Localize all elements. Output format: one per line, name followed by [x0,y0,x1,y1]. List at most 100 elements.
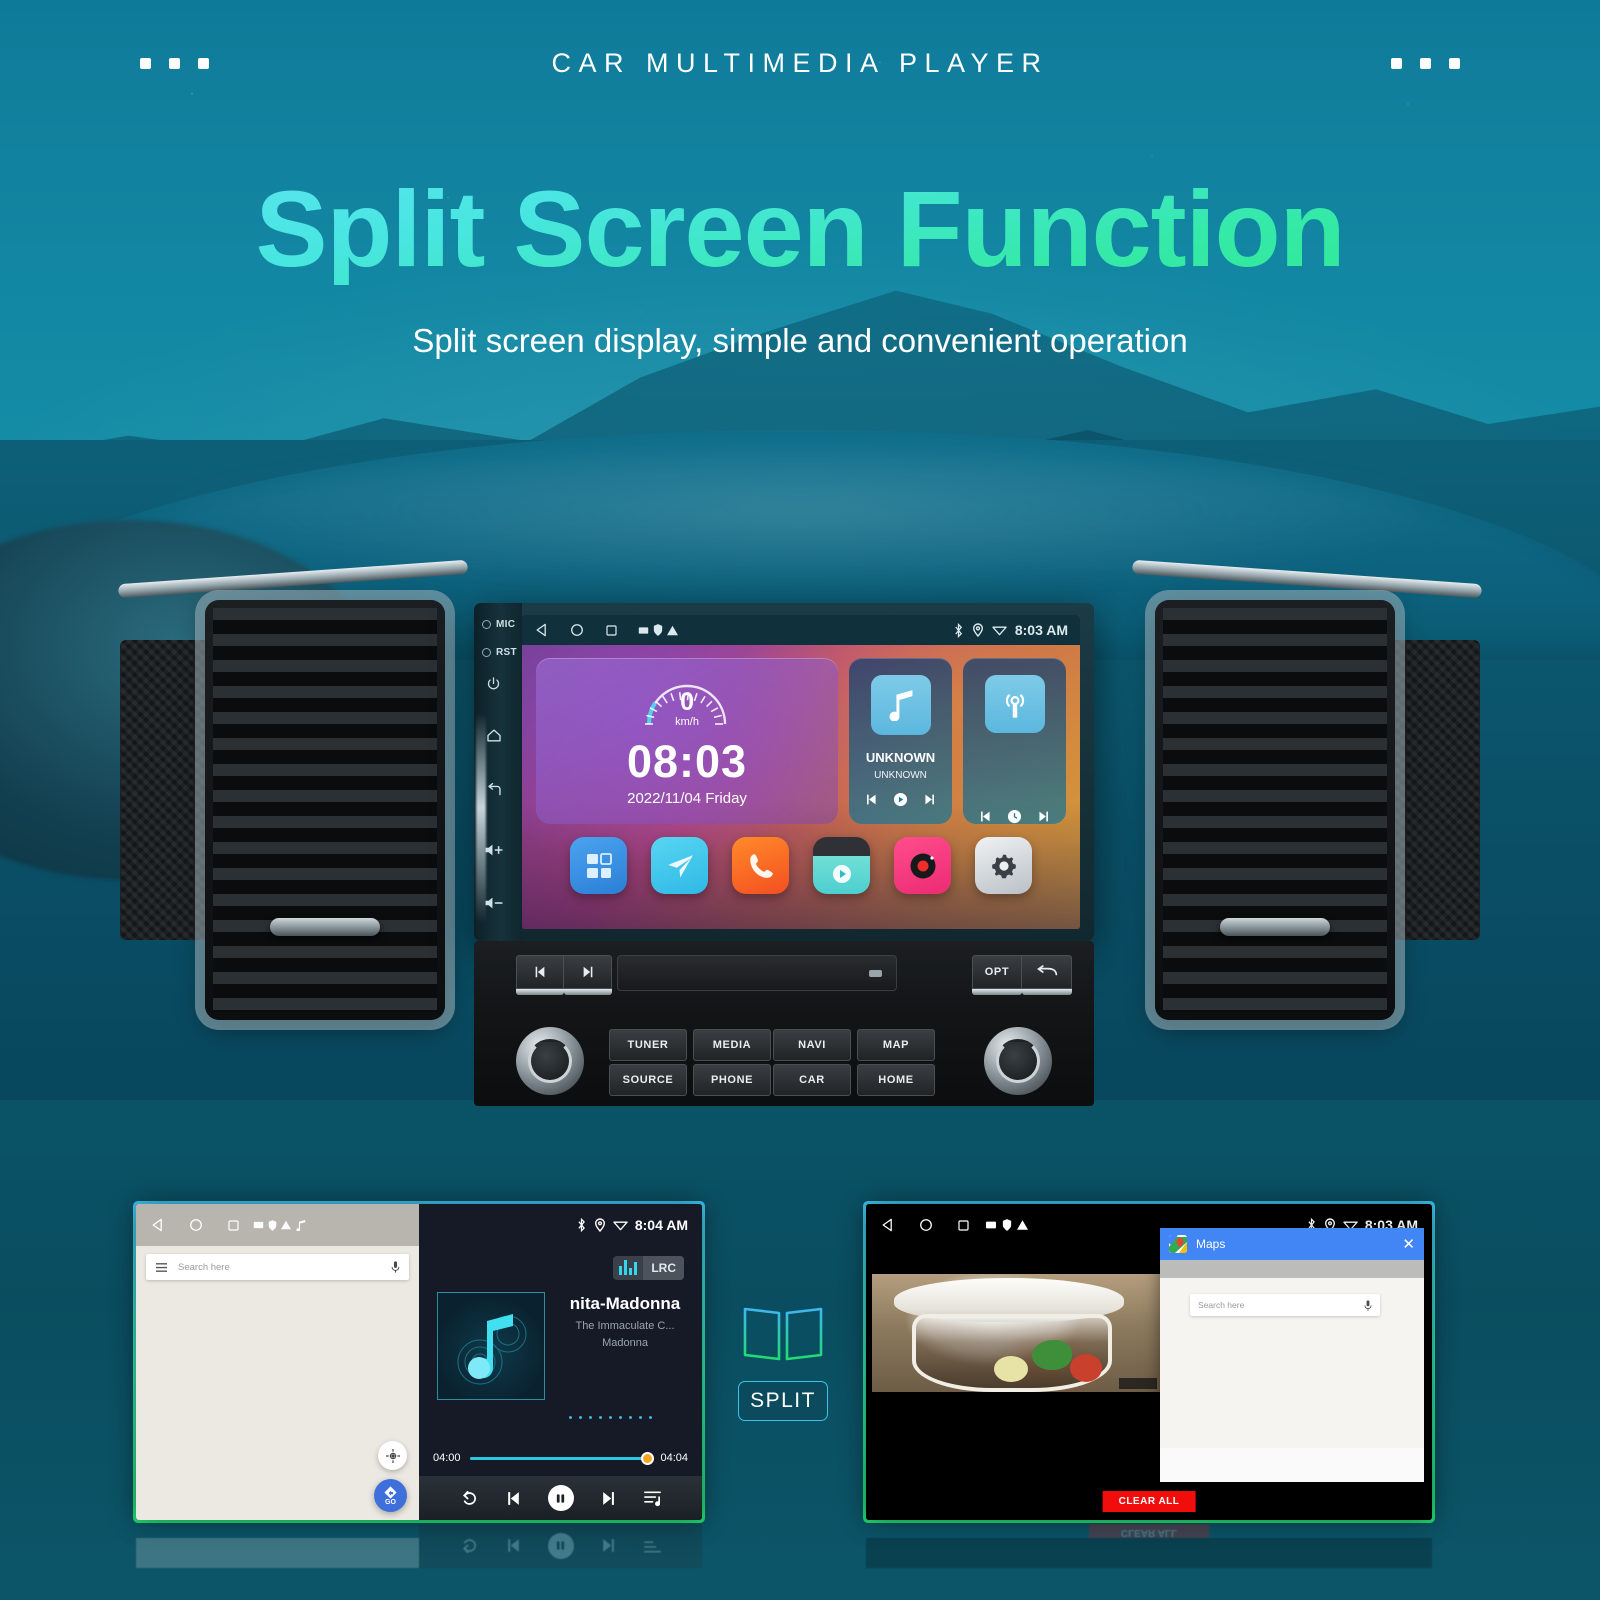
music-widget-subtitle: UNKNOWN [874,770,927,781]
navigate-icon [384,1486,397,1499]
phone-button[interactable]: PHONE [693,1064,771,1096]
home-circle-icon[interactable] [918,1217,934,1233]
play-icon[interactable] [893,792,908,807]
microphone-icon[interactable] [1364,1299,1372,1311]
maps-search-input[interactable]: Search here [146,1254,409,1280]
prev-track-button[interactable] [516,955,564,989]
clock-date: 2022/11/04 Friday [627,790,747,807]
music-note-icon [889,690,912,721]
back-button[interactable] [486,783,503,798]
back-triangle-icon[interactable] [150,1217,166,1233]
go-label: GO [385,1499,396,1506]
previous-icon[interactable] [505,1490,522,1507]
recents-square-icon[interactable] [226,1218,241,1233]
source-button[interactable]: SOURCE [609,1064,687,1096]
lrc-badge[interactable]: LRC [613,1256,684,1280]
mic-button[interactable]: MIC [482,619,515,630]
clear-all-button[interactable]: CLEAR ALL [1102,1491,1196,1512]
radio-widget[interactable] [963,658,1066,824]
widget-row: 0 km/h 08:03 2022/11/04 Friday UNKNOWN U… [536,658,1066,824]
maps-floating-window[interactable]: Maps ✕ Search here [1160,1228,1424,1482]
tuner-button[interactable]: TUNER [609,1029,687,1061]
volume-knob-left[interactable] [516,1027,584,1095]
split-panel-right[interactable]: 8:03 AM Maps ✕ Search here CLEAR ALL [866,1204,1432,1520]
music-half[interactable]: 8:04 AM LRC nita-Madonna The Immaculate … [419,1204,702,1520]
scan-icon[interactable] [1007,809,1022,824]
location-icon [972,623,983,637]
home-circle-icon[interactable] [188,1217,204,1233]
prev-icon[interactable] [979,810,992,823]
panel-left-frame: Search here GO 8:04 AM LRC nita-Madonna … [133,1201,705,1523]
navi-button[interactable]: NAVI [773,1029,851,1061]
media-button[interactable]: MEDIA [693,1029,771,1061]
prev-icon[interactable] [865,793,878,806]
phone-icon[interactable] [732,837,789,894]
navigation-send-icon[interactable] [651,837,708,894]
maps-window-footer [1160,1448,1424,1482]
home-button[interactable] [486,728,502,743]
vent-knob-right[interactable] [1220,918,1330,936]
power-button[interactable] [486,676,501,691]
return-button[interactable] [1022,955,1072,989]
next-icon[interactable] [923,793,936,806]
playlist-icon[interactable] [643,1489,662,1507]
next-icon[interactable] [1037,810,1050,823]
back-icon [488,783,501,796]
back-triangle-icon[interactable] [880,1217,896,1233]
volume-down-button[interactable] [484,896,504,910]
volume-up-icon [485,844,503,856]
maps-window-title: Maps [1196,1237,1226,1251]
music-tile [870,675,931,735]
mic-led-icon [482,620,491,629]
next-icon[interactable] [600,1490,617,1507]
maps-half[interactable]: Search here GO [136,1204,419,1520]
radio-control-panel: OPT TUNER MEDIA NAVI MAP SOURCE PHONE CA… [474,941,1094,1106]
repeat-icon[interactable] [460,1489,479,1508]
settings-gear-icon[interactable] [975,837,1032,894]
vent-knob-left[interactable] [270,918,380,936]
split-panel-left[interactable]: Search here GO 8:04 AM LRC nita-Madonna … [136,1204,702,1520]
disc-slot[interactable] [617,955,897,991]
recents-square-icon[interactable] [604,623,619,638]
progress-thumb[interactable] [641,1451,655,1465]
phone-glyph [749,853,773,878]
reset-button[interactable]: RST [482,647,517,658]
pause-button[interactable] [547,1485,574,1511]
elapsed-time: 04:00 [433,1452,461,1464]
opt-button[interactable]: OPT [972,955,1022,989]
hamburger-menu-icon[interactable] [155,1262,168,1273]
next-track-button[interactable] [564,955,612,989]
music-widget[interactable]: UNKNOWN UNKNOWN [849,658,953,824]
map-button[interactable]: MAP [857,1029,935,1061]
video-watermark [1119,1378,1157,1389]
car-button[interactable]: CAR [773,1064,851,1096]
video-clapper-icon[interactable] [813,837,870,894]
progress-track[interactable] [469,1451,655,1465]
warning-icon [667,625,678,635]
clock-widget[interactable]: 0 km/h 08:03 2022/11/04 Friday [536,658,839,824]
maps-go-button[interactable]: GO [374,1479,407,1512]
progress-bar[interactable]: 04:00 04:04 [433,1451,688,1465]
apps-grid-icon[interactable] [570,837,627,894]
video-thumbnail [872,1274,1160,1392]
tune-knob-right[interactable] [984,1027,1052,1095]
speed-unit: km/h [675,716,699,728]
recents-square-icon[interactable] [956,1218,971,1233]
music-widget-title: UNKNOWN [865,750,936,765]
home-button-radio[interactable]: HOME [857,1064,935,1096]
song-title: nita-Madonna [569,1294,681,1313]
image-icon [253,1221,264,1229]
next-track-icon [583,966,592,978]
maps-window-search-input[interactable]: Search here [1190,1294,1380,1316]
volume-up-button[interactable] [484,843,504,857]
radio-record-icon[interactable] [894,837,951,894]
album-artwork [437,1292,545,1400]
split-label[interactable]: SPLIT [738,1381,828,1421]
home-circle-icon[interactable] [569,622,585,638]
my-location-button[interactable] [378,1441,407,1470]
prev-track-icon [535,966,545,978]
microphone-icon[interactable] [391,1261,400,1273]
back-triangle-icon[interactable] [534,622,550,638]
head-unit-screen[interactable]: 8:03 AM 0 km/h 08:03 2022/11/04 Friday U… [522,615,1080,929]
close-x-icon[interactable]: ✕ [1402,1235,1415,1253]
